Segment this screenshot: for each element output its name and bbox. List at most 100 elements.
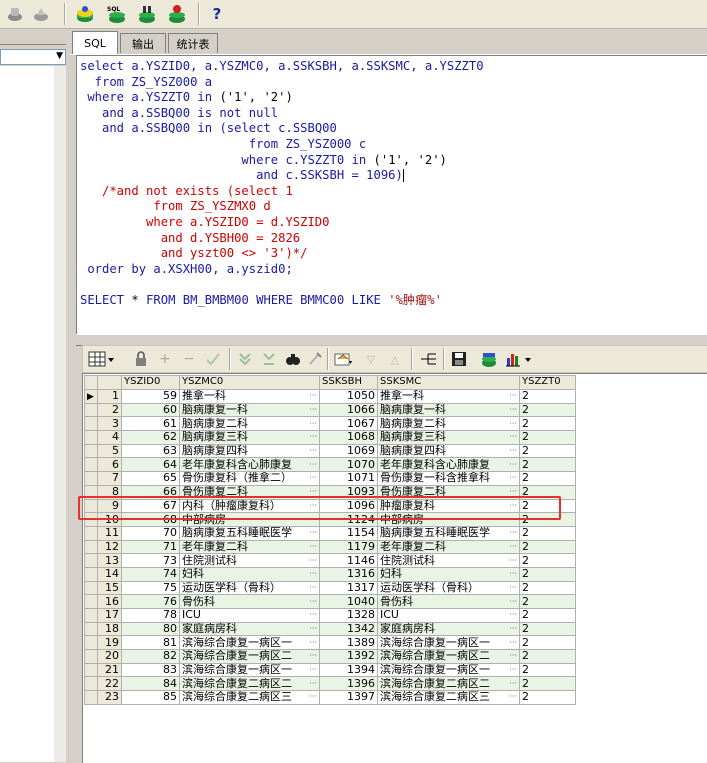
cell-yszmc0[interactable]: ··· 推拿一科 [179, 388, 320, 404]
row-number[interactable]: 3 [97, 416, 122, 432]
cell-editor-ellipsis-icon[interactable]: ··· [309, 651, 317, 663]
cell-ssksbh[interactable]: 1068 [319, 430, 378, 445]
cell-editor-ellipsis-icon[interactable]: ··· [309, 568, 317, 580]
sql-line[interactable]: from ZS_YSZ000 a [80, 75, 212, 90]
row-number[interactable]: 13 [97, 553, 122, 568]
cell-yszid0[interactable]: 61 [121, 416, 180, 432]
cell-editor-ellipsis-icon[interactable]: ··· [309, 404, 317, 416]
row-number[interactable]: 22 [97, 676, 122, 692]
cell-yszzt0[interactable]: 2 [519, 690, 576, 705]
cell-ssksbh[interactable]: 1179 [319, 539, 378, 555]
cell-ssksmc[interactable]: ··· 脑病康复一科 [377, 402, 520, 418]
cell-ssksbh[interactable]: 1328 [319, 608, 378, 623]
table-row[interactable]: 16 76 ··· 骨伤科 1040 ··· 骨伤科 2 [84, 594, 576, 609]
table-row[interactable]: 21 83 ··· 滨海综合康复一病区一 1394 ··· 滨海综合康复一病区一 2 [84, 662, 576, 678]
cell-yszid0[interactable]: 73 [121, 553, 180, 568]
cell-ssksbh[interactable]: 1316 [319, 566, 378, 582]
cell-yszzt0[interactable]: 2 [519, 676, 576, 692]
cell-yszmc0[interactable]: ··· 滨海综合康复二病区二 [179, 676, 320, 692]
explain-plan-icon[interactable] [136, 3, 158, 25]
row-indicator[interactable] [84, 676, 98, 692]
sql-line[interactable]: order by a.XSXH00, a.yszid0; [80, 262, 292, 277]
cell-yszzt0[interactable]: 2 [519, 580, 576, 596]
table-row[interactable]: ▶ 1 59 ··· 推拿一科 1050 ··· 推拿一科 2 [84, 388, 576, 404]
sql-line[interactable]: and d.YSBH00 = 2826 [80, 231, 300, 246]
cell-editor-ellipsis-icon[interactable]: ··· [509, 637, 517, 649]
table-row[interactable]: 11 70 ··· 脑病康复五科睡眠医学 1154 ··· 脑病康复五科睡眠医学 2 [84, 525, 576, 541]
cell-yszid0[interactable]: 83 [121, 662, 180, 678]
cell-yszzt0[interactable]: 2 [519, 402, 576, 418]
cell-yszid0[interactable]: 85 [121, 690, 180, 705]
cell-yszzt0[interactable]: 2 [519, 457, 576, 473]
cell-ssksbh[interactable]: 1040 [319, 594, 378, 609]
cell-ssksbh[interactable]: 1397 [319, 690, 378, 705]
row-indicator[interactable] [84, 621, 98, 637]
cell-ssksbh[interactable]: 1066 [319, 402, 378, 418]
cell-ssksbh[interactable]: 1392 [319, 649, 378, 664]
cell-editor-ellipsis-icon[interactable]: ··· [509, 623, 517, 635]
cell-yszzt0[interactable]: 2 [519, 388, 576, 404]
cell-ssksmc[interactable]: ··· 老年康复科含心肺康复 [377, 457, 520, 473]
export-database-icon[interactable] [479, 349, 499, 369]
cell-yszid0[interactable]: 81 [121, 635, 180, 651]
cell-yszzt0[interactable]: 2 [519, 608, 576, 623]
cell-ssksbh[interactable]: 1342 [319, 621, 378, 637]
cell-yszmc0[interactable]: ··· 脑病康复四科 [179, 443, 320, 459]
row-number[interactable]: 7 [97, 471, 122, 486]
cell-editor-ellipsis-icon[interactable]: ··· [509, 568, 517, 580]
cell-yszid0[interactable]: 71 [121, 539, 180, 555]
row-indicator[interactable] [84, 566, 98, 582]
cell-yszmc0[interactable]: ··· 脑病康复三科 [179, 430, 320, 445]
sql-line[interactable]: and c.SSKSBH = 1096) [80, 168, 404, 183]
sql-line[interactable]: and a.SSBQ00 is not null [80, 106, 278, 121]
sort-down-icon[interactable]: ▽ [361, 349, 381, 369]
row-indicator[interactable] [84, 662, 98, 678]
cell-yszmc0[interactable]: ··· 骨伤科 [179, 594, 320, 609]
cell-editor-ellipsis-icon[interactable]: ··· [509, 459, 517, 471]
cell-editor-ellipsis-icon[interactable]: ··· [509, 473, 517, 485]
cell-editor-ellipsis-icon[interactable]: ··· [509, 609, 517, 621]
row-number[interactable]: 21 [97, 662, 122, 678]
cell-yszid0[interactable]: 76 [121, 594, 180, 609]
sql-line[interactable]: /*and not exists (select 1 [80, 184, 293, 199]
cell-yszzt0[interactable]: 2 [519, 430, 576, 445]
cell-editor-ellipsis-icon[interactable]: ··· [309, 541, 317, 553]
row-number[interactable]: 16 [97, 594, 122, 609]
cell-editor-ellipsis-icon[interactable]: ··· [309, 664, 317, 676]
row-indicator[interactable] [84, 690, 98, 705]
cell-ssksmc[interactable]: ··· 骨伤康复一科含推拿科 [377, 471, 520, 486]
table-row[interactable]: 19 81 ··· 滨海综合康复一病区一 1389 ··· 滨海综合康复一病区一 2 [84, 635, 576, 651]
row-indicator[interactable] [84, 416, 98, 432]
cell-editor-ellipsis-icon[interactable]: ··· [309, 678, 317, 690]
row-number[interactable]: 17 [97, 608, 122, 623]
cell-ssksbh[interactable]: 1069 [319, 443, 378, 459]
cell-yszmc0[interactable]: ··· 老年康复二科 [179, 539, 320, 555]
lock-icon[interactable] [131, 349, 151, 369]
cell-ssksmc[interactable]: ··· 滨海综合康复一病区二 [377, 649, 520, 664]
sql-line[interactable]: from ZS_YSZ000 c [80, 137, 366, 152]
cell-yszzt0[interactable]: 2 [519, 443, 576, 459]
cell-ssksmc[interactable]: ··· ICU [377, 608, 520, 623]
cell-editor-ellipsis-icon[interactable]: ··· [309, 596, 317, 608]
cell-ssksbh[interactable]: 1070 [319, 457, 378, 473]
cell-editor-ellipsis-icon[interactable]: ··· [309, 527, 317, 539]
row-number[interactable]: 1 [97, 388, 122, 404]
cell-yszid0[interactable]: 84 [121, 676, 180, 692]
cell-yszid0[interactable]: 80 [121, 621, 180, 637]
cell-editor-ellipsis-icon[interactable]: ··· [309, 390, 317, 402]
cell-editor-ellipsis-icon[interactable]: ··· [509, 692, 517, 704]
column-header-yszid0[interactable]: YSZID0 [121, 375, 180, 390]
row-indicator[interactable]: ▶ [84, 388, 98, 404]
sql-line[interactable]: from ZS_YSZMX0 d [80, 199, 270, 214]
cell-ssksbh[interactable]: 1394 [319, 662, 378, 678]
cell-yszmc0[interactable]: ··· 滨海综合康复二病区三 [179, 690, 320, 705]
row-indicator[interactable] [84, 580, 98, 596]
table-row[interactable]: 22 84 ··· 滨海综合康复二病区二 1396 ··· 滨海综合康复二病区二 2 [84, 676, 576, 692]
sql-execute-icon[interactable]: SQL [106, 3, 128, 25]
cell-editor-ellipsis-icon[interactable]: ··· [309, 555, 317, 567]
row-indicator[interactable] [84, 608, 98, 623]
find-icon[interactable] [283, 349, 303, 369]
single-record-view-icon[interactable] [419, 349, 439, 369]
cell-editor-ellipsis-icon[interactable]: ··· [509, 445, 517, 457]
cell-ssksbh[interactable]: 1389 [319, 635, 378, 651]
